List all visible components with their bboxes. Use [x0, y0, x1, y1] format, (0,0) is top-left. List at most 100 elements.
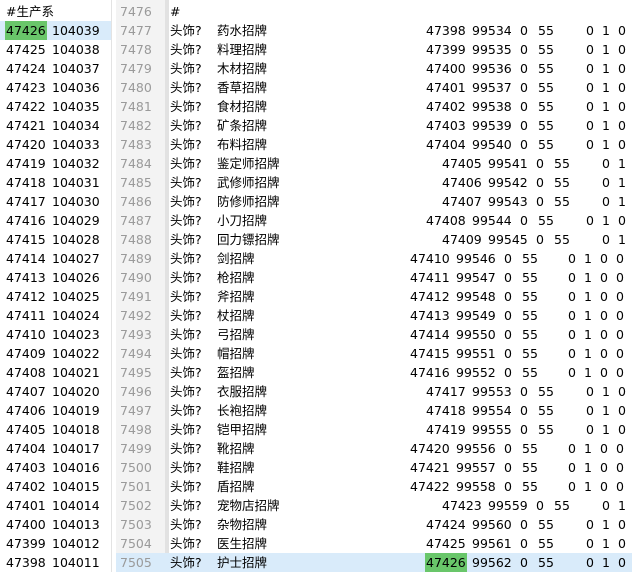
- editor-line[interactable]: 7488 头饰? 回力镖招牌 47409 99545 0 55 0 1: [116, 230, 632, 249]
- editor-line[interactable]: 7489 头饰? 剑招牌 47410 99546 0 55 0 1 0 0: [116, 249, 632, 268]
- code-cell: 99553: [472, 384, 512, 399]
- editor-line[interactable]: 7482 头饰? 矿条招牌 47403 99539 0 55 0 1 0: [116, 116, 632, 135]
- left-row[interactable]: 47405 104018: [0, 420, 111, 439]
- line-number: 7487: [120, 213, 152, 228]
- line-number: 7499: [120, 441, 152, 456]
- editor-line[interactable]: 7492 头饰? 杖招牌 47413 99549 0 55 0 1 0 0: [116, 306, 632, 325]
- editor-line[interactable]: 7487 头饰? 小刀招牌 47408 99544 0 55 0 1 0: [116, 211, 632, 230]
- id-cell: 47405: [442, 156, 482, 171]
- left-row[interactable]: 47418 104031: [0, 173, 111, 192]
- editor-line[interactable]: 7498 头饰? 铠甲招牌 47419 99555 0 55 0 1 0: [116, 420, 632, 439]
- editor-line[interactable]: 7494 头饰? 帽招牌 47415 99551 0 55 0 1 0 0: [116, 344, 632, 363]
- flag-cell: 0: [616, 270, 624, 285]
- flag-cell: 0: [618, 23, 626, 38]
- editor-line[interactable]: 7504 头饰? 医生招牌 47425 99561 0 55 0 1 0: [116, 534, 632, 553]
- field-cell: 55: [522, 479, 538, 494]
- field-cell: 0: [520, 517, 528, 532]
- editor-line[interactable]: 7497 头饰? 长袍招牌 47418 99554 0 55 0 1 0: [116, 401, 632, 420]
- left-row-id: 47407: [6, 384, 46, 399]
- left-row[interactable]: 47425 104038: [0, 40, 111, 59]
- left-row[interactable]: 47398 104011: [0, 553, 111, 572]
- id-cell: 47406: [442, 175, 482, 190]
- left-row[interactable]: 47422 104035: [0, 97, 111, 116]
- field-cell: 0: [520, 23, 528, 38]
- id-cell: 47420: [410, 441, 450, 456]
- flag-cell: 1: [584, 365, 592, 380]
- editor-line[interactable]: 7479 头饰? 木材招牌 47400 99536 0 55 0 1 0: [116, 59, 632, 78]
- editor-line[interactable]: 7483 头饰? 布料招牌 47404 99540 0 55 0 1 0: [116, 135, 632, 154]
- editor-line[interactable]: 7493 头饰? 弓招牌 47414 99550 0 55 0 1 0 0: [116, 325, 632, 344]
- left-row[interactable]: 47417 104030: [0, 192, 111, 211]
- left-row[interactable]: 47420 104033: [0, 135, 111, 154]
- left-row-id: 47409: [6, 346, 46, 361]
- left-row-id: 47419: [6, 156, 46, 171]
- field-cell: 0: [520, 99, 528, 114]
- left-row[interactable]: 47406 104019: [0, 401, 111, 420]
- line-number: 7476: [120, 4, 152, 19]
- left-row[interactable]: 47413 104026: [0, 268, 111, 287]
- flag-cell: 0: [618, 517, 626, 532]
- left-row[interactable]: 47401 104014: [0, 496, 111, 515]
- editor-line[interactable]: 7486 头饰? 防修师招牌 47407 99543 0 55 0 1: [116, 192, 632, 211]
- id-cell: 47425: [426, 536, 466, 551]
- left-row[interactable]: 47421 104034: [0, 116, 111, 135]
- flag-cell: 1: [602, 536, 610, 551]
- line-number: 7477: [120, 23, 152, 38]
- left-row[interactable]: 47416 104029: [0, 211, 111, 230]
- left-row[interactable]: 47409 104022: [0, 344, 111, 363]
- left-row-id: 47410: [6, 327, 46, 342]
- editor-line[interactable]: 7499 头饰? 靴招牌 47420 99556 0 55 0 1 0 0: [116, 439, 632, 458]
- editor-line[interactable]: 7481 头饰? 食材招牌 47402 99538 0 55 0 1 0: [116, 97, 632, 116]
- left-row[interactable]: 47414 104027: [0, 249, 111, 268]
- editor-line[interactable]: 7480 头饰? 香草招牌 47401 99537 0 55 0 1 0: [116, 78, 632, 97]
- editor-line[interactable]: 7495 头饰? 盔招牌 47416 99552 0 55 0 1 0 0: [116, 363, 632, 382]
- editor-line[interactable]: 7501 头饰? 盾招牌 47422 99558 0 55 0 1 0 0: [116, 477, 632, 496]
- name-cell: 斧招牌: [217, 289, 255, 304]
- flag-cell: 0: [618, 422, 626, 437]
- editor-line[interactable]: 7505 头饰? 护士招牌 47426 99562 0 55 0 1 0: [116, 553, 632, 572]
- left-row[interactable]: 47410 104023: [0, 325, 111, 344]
- editor-line[interactable]: 7484 头饰? 鉴定师招牌 47405 99541 0 55 0 1: [116, 154, 632, 173]
- editor-line[interactable]: 7503 头饰? 杂物招牌 47424 99560 0 55 0 1 0: [116, 515, 632, 534]
- left-text-pane[interactable]: #生产系 47426 104039 47425 104038 47424 104037 47…: [0, 0, 111, 572]
- editor-pane[interactable]: 7476 # 7477 头饰? 药水招牌 47398 99534 0 55 0 1 0 7478 头饰…: [116, 0, 632, 572]
- flag-cell: 0: [586, 80, 594, 95]
- line-number: 7489: [120, 251, 152, 266]
- left-row[interactable]: 47407 104020: [0, 382, 111, 401]
- flag-cell: 0: [618, 384, 626, 399]
- left-row-value: 104030: [52, 194, 100, 209]
- code-cell: 99534: [472, 23, 512, 38]
- left-row[interactable]: 47424 104037: [0, 59, 111, 78]
- left-row[interactable]: 47408 104021: [0, 363, 111, 382]
- left-row[interactable]: 47426 104039: [0, 21, 111, 40]
- line-number: 7501: [120, 479, 152, 494]
- line-number: 7503: [120, 517, 152, 532]
- left-row[interactable]: 47403 104016: [0, 458, 111, 477]
- field-cell: 0: [504, 308, 512, 323]
- left-row-value: 104019: [52, 403, 100, 418]
- editor-line[interactable]: 7500 头饰? 鞋招牌 47421 99557 0 55 0 1 0 0: [116, 458, 632, 477]
- left-row[interactable]: 47419 104032: [0, 154, 111, 173]
- left-row-id: 47415: [6, 232, 46, 247]
- editor-line[interactable]: 7478 头饰? 料理招牌 47399 99535 0 55 0 1 0: [116, 40, 632, 59]
- editor-line[interactable]: 7491 头饰? 斧招牌 47412 99548 0 55 0 1 0 0: [116, 287, 632, 306]
- editor-line[interactable]: 7490 头饰? 枪招牌 47411 99547 0 55 0 1 0 0: [116, 268, 632, 287]
- left-row[interactable]: 47402 104015: [0, 477, 111, 496]
- left-row[interactable]: 47423 104036: [0, 78, 111, 97]
- left-row[interactable]: 47399 104012: [0, 534, 111, 553]
- id-cell: 47414: [410, 327, 450, 342]
- left-row[interactable]: 47400 104013: [0, 515, 111, 534]
- left-row[interactable]: 47415 104028: [0, 230, 111, 249]
- editor-line[interactable]: 7502 头饰? 宠物店招牌 47423 99559 0 55 0 1: [116, 496, 632, 515]
- code-cell: 99537: [472, 80, 512, 95]
- editor-line[interactable]: 7496 头饰? 衣服招牌 47417 99553 0 55 0 1 0: [116, 382, 632, 401]
- editor-line[interactable]: 7477 头饰? 药水招牌 47398 99534 0 55 0 1 0: [116, 21, 632, 40]
- editor-header-line[interactable]: 7476 #: [116, 2, 632, 21]
- editor-line[interactable]: 7485 头饰? 武修师招牌 47406 99542 0 55 0 1: [116, 173, 632, 192]
- left-header-text: #生产系: [6, 4, 54, 19]
- left-row[interactable]: 47404 104017: [0, 439, 111, 458]
- field-cell: 0: [520, 137, 528, 152]
- left-row[interactable]: 47411 104024: [0, 306, 111, 325]
- left-row[interactable]: 47412 104025: [0, 287, 111, 306]
- line-number: 7496: [120, 384, 152, 399]
